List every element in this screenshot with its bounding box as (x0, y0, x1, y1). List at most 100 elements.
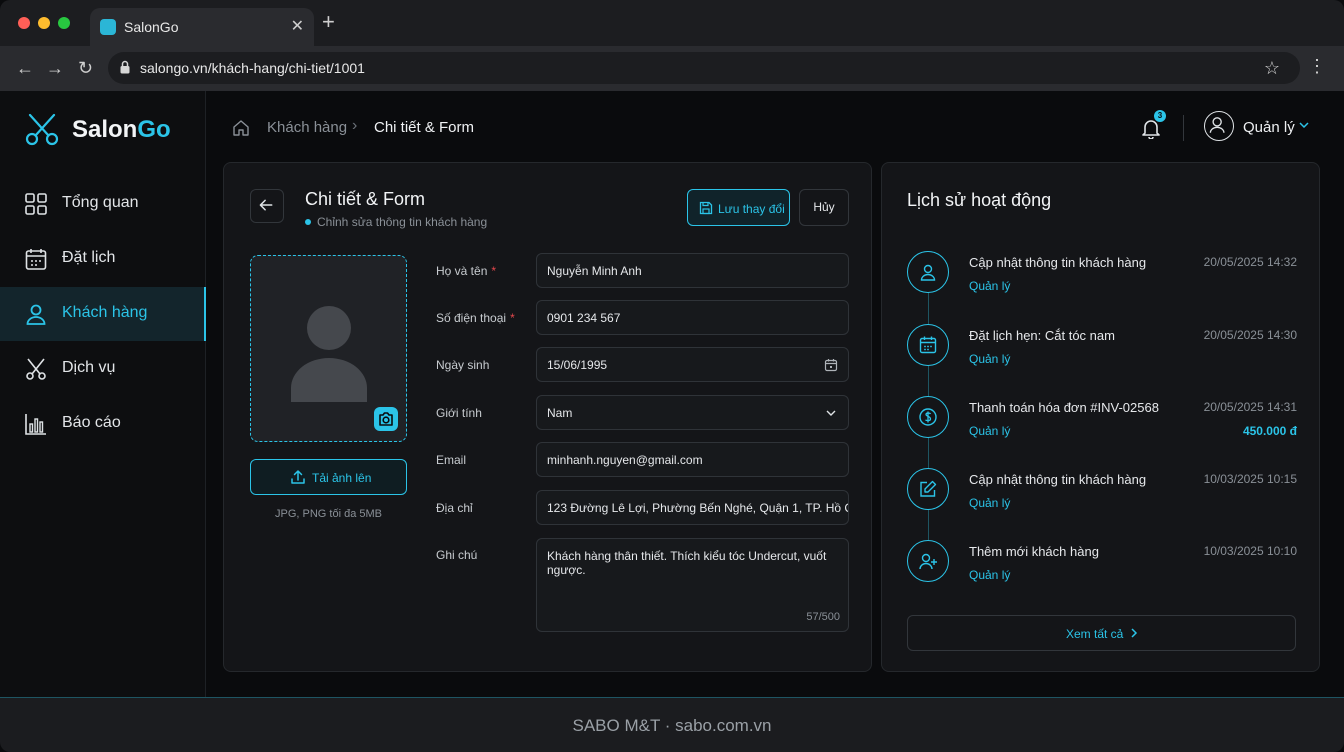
phone-field[interactable]: 0901 234 567 (536, 300, 849, 335)
history-item-time: 20/05/2025 14:30 (1203, 328, 1297, 342)
save-icon (699, 201, 713, 215)
history-item-user[interactable]: Quản lý (969, 352, 1010, 366)
calendar-icon (25, 249, 47, 270)
upload-photo-button[interactable]: Tải ảnh lên (250, 459, 407, 495)
reload-icon[interactable]: ↻ (78, 58, 93, 78)
favicon-icon (100, 19, 116, 35)
tab-close-icon[interactable]: ✕ (291, 16, 304, 36)
history-item-time: 20/05/2025 14:31 (1203, 400, 1297, 414)
save-button[interactable]: Lưu thay đổi (687, 189, 790, 226)
url-field[interactable]: salongo.vn/khách-hang/chi-tiet/1001 ☆ (108, 52, 1300, 84)
close-window-button[interactable] (18, 17, 30, 29)
footer: SABO M&T · sabo.com.vn (0, 697, 1344, 752)
scissors-logo-icon (25, 113, 59, 146)
brand-name: SalonGo (72, 116, 171, 144)
user-icon (920, 264, 936, 281)
status-dot (305, 219, 311, 225)
arrow-left-icon (259, 199, 273, 211)
top-bar: Khách hàng › Chi tiết & Form 3 Quản lý (206, 91, 1344, 163)
sidebar-item-reports[interactable]: Báo cáo (0, 397, 206, 451)
bookmark-star-icon[interactable]: ☆ (1264, 58, 1280, 79)
history-item-user[interactable]: Quản lý (969, 568, 1010, 582)
history-item: Cập nhật thông tin khách hàng Quản lý 10… (907, 468, 1297, 514)
sidebar-item-overview[interactable]: Tổng quan (0, 177, 206, 231)
history-item: Đặt lịch hẹn: Cắt tóc nam Quản lý 20/05/… (907, 324, 1297, 370)
back-arrow-icon[interactable]: ← (16, 58, 34, 78)
character-counter: 57/500 (806, 611, 840, 623)
browser-menu-icon[interactable]: ⋮ (1308, 56, 1326, 76)
avatar[interactable] (1204, 111, 1234, 141)
history-item: Thanh toán hóa đơn #INV-02568 Quản lý 20… (907, 396, 1297, 442)
dollar-icon (919, 408, 937, 426)
history-item-text: Đặt lịch hẹn: Cắt tóc nam (969, 328, 1115, 343)
breadcrumb-current: Chi tiết & Form (374, 119, 475, 136)
sidebar-item-services[interactable]: Dịch vụ (0, 342, 206, 396)
history-item-user[interactable]: Quản lý (969, 424, 1010, 438)
dob-value: 15/06/1995 (547, 358, 608, 372)
forward-arrow-icon[interactable]: → (46, 58, 64, 78)
page-subtitle-text: Chỉnh sửa thông tin khách hàng (317, 215, 488, 229)
user-name[interactable]: Quản lý (1243, 119, 1295, 136)
upload-hint: JPG, PNG tối đa 5MB (275, 508, 382, 520)
chevron-down-icon[interactable] (1298, 119, 1310, 131)
sidebar-item-label: Báo cáo (62, 414, 121, 431)
name-field[interactable]: Nguyễn Minh Anh (536, 253, 849, 288)
page-subtitle: Chỉnh sửa thông tin khách hàng (305, 215, 487, 229)
url-text: salongo.vn/khách-hang/chi-tiet/1001 (140, 60, 365, 76)
history-item-amount: 450.000 đ (1242, 424, 1297, 438)
history-item-icon-circle (907, 468, 949, 510)
app-window: SalonGo ✕ + ← → ↻ salongo.vn/khách-hang/… (0, 0, 1344, 752)
camera-button[interactable] (374, 407, 398, 431)
sidebar-item-booking[interactable]: Đặt lịch (0, 232, 206, 286)
browser-address-bar: ← → ↻ salongo.vn/khách-hang/chi-tiet/100… (0, 46, 1344, 91)
history-item-user[interactable]: Quản lý (969, 496, 1010, 510)
chevron-right-icon: › (352, 117, 358, 134)
gender-select[interactable]: Nam (536, 395, 849, 430)
browser-tab[interactable]: SalonGo ✕ (90, 8, 314, 46)
history-item-time: 20/05/2025 14:32 (1203, 255, 1297, 269)
user-avatar-icon (1209, 117, 1225, 133)
history-item-user[interactable]: Quản lý (969, 279, 1010, 293)
chevron-right-icon (1131, 628, 1138, 638)
new-tab-icon[interactable]: + (322, 11, 335, 33)
email-field[interactable]: minhanh.nguyen@gmail.com (536, 442, 849, 477)
address-field[interactable]: 123 Đường Lê Lợi, Phường Bến Nghé, Quận … (536, 490, 849, 525)
minimize-window-button[interactable] (38, 17, 50, 29)
activity-history-card: Lịch sử hoạt động Cập nhật thông tin khá… (881, 162, 1320, 672)
cancel-button[interactable]: Hủy (799, 189, 849, 226)
sidebar-item-label: Tổng quan (62, 194, 139, 211)
view-all-button[interactable]: Xem tất cả (907, 615, 1296, 651)
required-mark: * (491, 264, 497, 278)
sidebar: SalonGo Tổng quan Đặt lịch Khách hàng Dị… (0, 91, 206, 697)
dob-field[interactable]: 15/06/1995 (536, 347, 849, 382)
history-item-text: Thêm mới khách hàng (969, 544, 1099, 559)
maximize-window-button[interactable] (58, 17, 70, 29)
breadcrumb-customers[interactable]: Khách hàng (267, 119, 347, 136)
brand-name-part1: Salon (72, 116, 138, 143)
upload-button-label: Tải ảnh lên (312, 471, 372, 485)
history-item-text: Cập nhật thông tin khách hàng (969, 472, 1147, 487)
note-textarea[interactable]: Khách hàng thân thiết. Thích kiểu tóc Un… (536, 538, 849, 632)
history-item-icon-circle (907, 251, 949, 293)
app-body: SalonGo Tổng quan Đặt lịch Khách hàng Dị… (0, 91, 1344, 697)
sidebar-item-customers[interactable]: Khách hàng (0, 287, 206, 341)
gender-label: Giới tính (436, 406, 482, 420)
address-label: Địa chỉ (436, 501, 473, 515)
calendar-icon[interactable] (824, 358, 838, 372)
history-item-icon-circle (907, 324, 949, 366)
grid-icon (25, 193, 47, 215)
phone-label: Số điện thoại * (436, 311, 515, 325)
note-value: Khách hàng thân thiết. Thích kiểu tóc Un… (547, 549, 827, 577)
name-label-text: Họ và tên (436, 264, 488, 278)
sidebar-item-label: Khách hàng (62, 304, 148, 321)
footer-text: SABO M&T · sabo.com.vn (572, 716, 772, 735)
history-item-text: Thanh toán hóa đơn #INV-02568 (969, 400, 1159, 415)
back-button[interactable] (250, 189, 284, 223)
required-mark: * (510, 311, 515, 325)
history-item-time: 10/03/2025 10:15 (1203, 472, 1297, 486)
home-icon[interactable] (232, 119, 250, 137)
bar-chart-icon (25, 414, 46, 435)
note-label: Ghi chú (436, 548, 478, 562)
dob-label: Ngày sinh (436, 358, 490, 372)
avatar-upload-area[interactable] (250, 255, 407, 442)
